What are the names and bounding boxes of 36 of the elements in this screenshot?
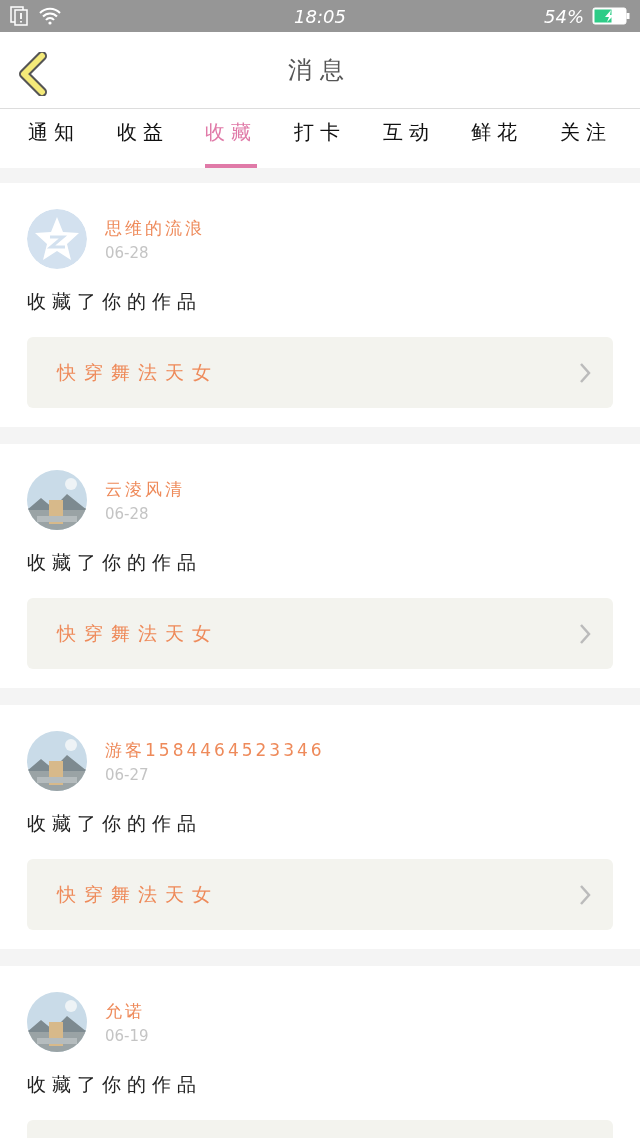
work-link[interactable]: 快穿舞法天女 xyxy=(27,598,613,669)
chevron-right-icon xyxy=(579,622,591,645)
work-title: 快穿舞法天女 xyxy=(57,620,219,646)
sim-card-icon xyxy=(10,6,28,26)
tab[interactable]: 鲜花 xyxy=(471,109,524,168)
tab[interactable]: 关注 xyxy=(559,109,612,168)
message-text: 收藏了你的作品 xyxy=(27,811,203,836)
tab[interactable]: 收藏 xyxy=(205,109,258,168)
user-name[interactable]: 云淩风清 xyxy=(105,477,185,501)
message-date: 06-28 xyxy=(105,504,150,523)
clock: 18:05 xyxy=(293,5,347,27)
page-title: 消息 xyxy=(288,55,352,86)
chevron-right-icon xyxy=(579,361,591,384)
tab[interactable]: 收益 xyxy=(116,109,169,168)
user-name[interactable]: 思维的流浪 xyxy=(105,216,205,240)
back-icon[interactable] xyxy=(18,52,48,96)
default-avatar-icon xyxy=(27,209,87,269)
work-title: 快穿舞法天女 xyxy=(57,359,219,385)
work-link[interactable]: 快穿舞法天女 xyxy=(27,337,613,408)
chevron-right-icon xyxy=(579,883,591,906)
message-text: 收藏了你的作品 xyxy=(27,289,203,314)
wifi-icon xyxy=(38,7,62,25)
message-text: 收藏了你的作品 xyxy=(27,550,203,575)
work-title: 快穿舞法天女 xyxy=(57,881,219,907)
tab[interactable]: 通知 xyxy=(28,109,81,168)
tab[interactable]: 互动 xyxy=(382,109,435,168)
user-name[interactable]: 允诺 xyxy=(105,999,149,1023)
message-date: 06-19 xyxy=(105,1026,149,1045)
battery-level: 54% xyxy=(544,5,584,27)
user-name[interactable]: 游客1584464523346 xyxy=(105,738,325,762)
message-date: 06-27 xyxy=(105,765,150,784)
message-text: 收藏了你的作品 xyxy=(27,1072,203,1097)
battery-charging-icon xyxy=(592,7,630,25)
work-link[interactable]: 快穿舞法天女 xyxy=(27,859,613,930)
message-date: 06-28 xyxy=(105,243,150,262)
tab[interactable]: 打卡 xyxy=(293,109,346,168)
